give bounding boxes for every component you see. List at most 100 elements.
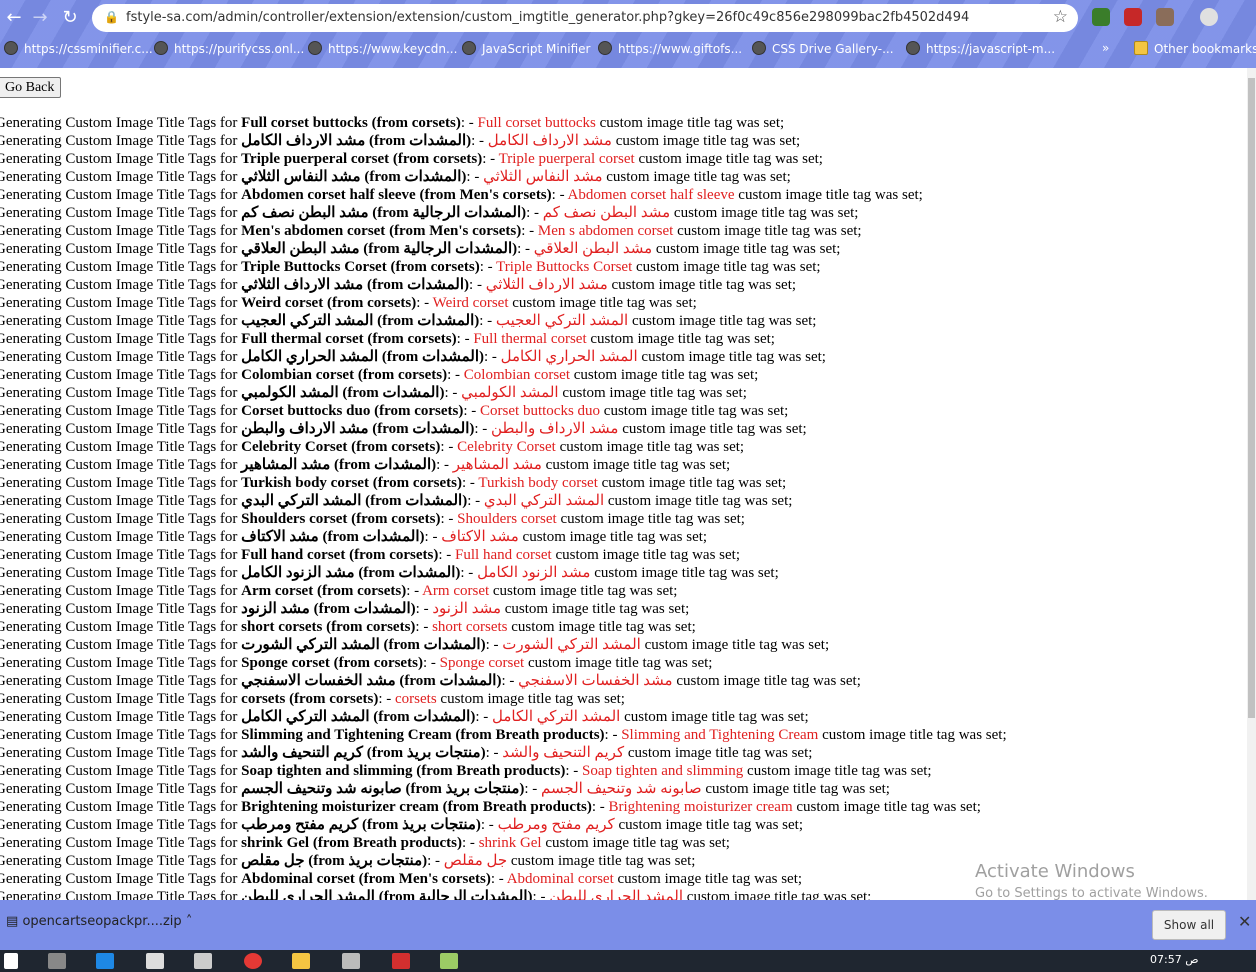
more-bookmarks-icon[interactable]: » <box>1102 41 1109 55</box>
bookmark-star-icon[interactable]: ☆ <box>1053 7 1068 27</box>
product-name: مشد الارداف الثلاثي <box>241 277 364 293</box>
title-tag: كريم التنحيف والشد <box>502 745 625 761</box>
close-icon[interactable]: ✕ <box>1238 912 1251 931</box>
line-suffix: custom image title tag was set; <box>676 673 861 689</box>
product-name: Men's abdomen corset <box>241 223 386 239</box>
open-paren: (from <box>373 709 414 725</box>
open-paren: (from <box>399 673 440 689</box>
open-paren: (from <box>419 187 460 203</box>
category-name: المشدات <box>409 133 467 149</box>
title-tag: Men s abdomen corset <box>537 223 674 239</box>
title-tag: جل مقلص <box>443 853 508 869</box>
back-arrow-icon[interactable]: ← <box>2 6 26 30</box>
line-suffix: custom image title tag was set; <box>705 781 890 797</box>
activation-watermark-title: Activate Windows <box>975 861 1135 882</box>
bookmark-item[interactable]: https://www.giftofs... <box>598 41 742 56</box>
separator: : - <box>532 889 550 900</box>
line-prefix: Generating Custom Image Title Tags for <box>0 205 238 221</box>
log-line: Generating Custom Image Title Tags for م… <box>0 420 1007 438</box>
zip-file-icon: ▤ <box>6 914 19 929</box>
task-view-icon[interactable] <box>48 953 66 969</box>
open-paren: (from <box>390 259 431 275</box>
title-tag: Triple puerperal corset <box>498 151 635 167</box>
file-explorer-icon[interactable] <box>292 953 310 969</box>
download-item[interactable]: ▤ opencartseopackpr....zip ˄ <box>6 914 192 929</box>
mail-icon[interactable] <box>194 953 212 969</box>
extension-icon[interactable] <box>1124 8 1142 26</box>
app-icon[interactable] <box>342 953 360 969</box>
title-tag: مشد الخفسات الاسفنجي <box>518 673 673 689</box>
product-name: Slimming and Tightening Cream <box>241 727 452 743</box>
open-paren: (from <box>334 457 375 473</box>
log-line: Generating Custom Image Title Tags for م… <box>0 456 1007 474</box>
open-paren: (from <box>312 835 353 851</box>
category-name: المشدات <box>398 565 456 581</box>
title-tag: short corsets <box>432 619 508 635</box>
log-line: Generating Custom Image Title Tags for ص… <box>0 780 1007 798</box>
category-name: corsets <box>414 403 459 419</box>
line-prefix: Generating Custom Image Title Tags for <box>0 511 238 527</box>
go-back-button[interactable]: Go Back <box>0 77 62 98</box>
vertical-scrollbar[interactable] <box>1247 68 1256 900</box>
product-name: مشد البطن العلاقي <box>241 241 360 257</box>
show-all-button[interactable]: Show all <box>1152 910 1226 940</box>
log-line: Generating Custom Image Title Tags for م… <box>0 276 1007 294</box>
chrome-icon[interactable] <box>244 953 262 969</box>
start-icon[interactable] <box>4 953 18 969</box>
open-paren: (from <box>381 349 423 365</box>
log-line: Generating Custom Image Title Tags for S… <box>0 654 1007 672</box>
title-tag: كريم مفتح ومرطب <box>497 817 615 833</box>
edge-icon[interactable] <box>96 953 114 969</box>
category-name: المشدات <box>405 493 463 509</box>
separator: : - <box>416 295 433 311</box>
bookmark-item[interactable]: https://purifycss.onl... <box>154 41 304 56</box>
log-line: Generating Custom Image Title Tags for T… <box>0 258 1007 276</box>
extension-icon[interactable] <box>1156 8 1174 26</box>
log-line: Generating Custom Image Title Tags for B… <box>0 798 1007 816</box>
product-name: المشد التركي البدي <box>241 493 362 509</box>
log-line: Generating Custom Image Title Tags for ا… <box>0 348 1007 366</box>
bookmark-item[interactable]: CSS Drive Gallery-... <box>752 41 894 56</box>
store-icon[interactable] <box>146 953 164 969</box>
title-tag: صابونه شد وتنحيف الجسم <box>541 781 702 797</box>
separator: : - <box>422 655 440 671</box>
bookmark-item[interactable]: https://cssminifier.c... <box>4 41 153 56</box>
address-bar[interactable]: 🔒 fstyle-sa.com/admin/controller/extensi… <box>92 4 1078 32</box>
line-prefix: Generating Custom Image Title Tags for <box>0 313 238 329</box>
log-line: Generating Custom Image Title Tags for A… <box>0 582 1007 600</box>
separator: : - <box>482 151 499 167</box>
extension-icon[interactable] <box>1092 8 1110 26</box>
log-line: Generating Custom Image Title Tags for F… <box>0 546 1007 564</box>
line-suffix: custom image title tag was set; <box>573 367 759 383</box>
product-name: المشد التركي الشورت <box>241 637 380 653</box>
separator: : - <box>479 259 497 275</box>
title-tag: corsets <box>395 691 437 707</box>
log-line: Generating Custom Image Title Tags for ا… <box>0 312 1007 330</box>
reload-icon[interactable]: ↻ <box>58 6 82 30</box>
profile-avatar[interactable] <box>1200 8 1218 26</box>
open-paren: (from <box>358 871 399 887</box>
notepad-icon[interactable] <box>440 953 458 969</box>
category-name: Breath products <box>482 799 587 815</box>
bookmark-item[interactable]: https://javascript-m... <box>906 41 1055 56</box>
log-lines: Generating Custom Image Title Tags for F… <box>0 114 1007 900</box>
open-paren: (from <box>392 151 434 167</box>
open-paren: (from <box>289 691 330 707</box>
separator: : - <box>467 493 484 509</box>
title-tag: المشد الحراري الكامل <box>500 349 638 365</box>
bookmark-item[interactable]: https://www.keycdn... <box>308 41 457 56</box>
line-prefix: Generating Custom Image Title Tags for <box>0 277 238 293</box>
open-paren: (from <box>383 637 424 653</box>
separator: : - <box>440 439 458 455</box>
other-bookmarks[interactable]: Other bookmarks <box>1134 41 1256 56</box>
open-paren: (from <box>351 511 392 527</box>
line-prefix: Generating Custom Image Title Tags for <box>0 781 238 797</box>
filezilla-icon[interactable] <box>392 953 410 969</box>
product-name: shrink Gel <box>241 835 310 851</box>
log-line: Generating Custom Image Title Tags for T… <box>0 150 1007 168</box>
scrollbar-thumb[interactable] <box>1248 78 1255 718</box>
chevron-up-icon[interactable]: ˄ <box>186 914 193 929</box>
bookmark-item[interactable]: JavaScript Minifier <box>462 41 590 56</box>
category-name: المشدات <box>423 637 481 653</box>
forward-arrow-icon[interactable]: → <box>28 6 52 30</box>
